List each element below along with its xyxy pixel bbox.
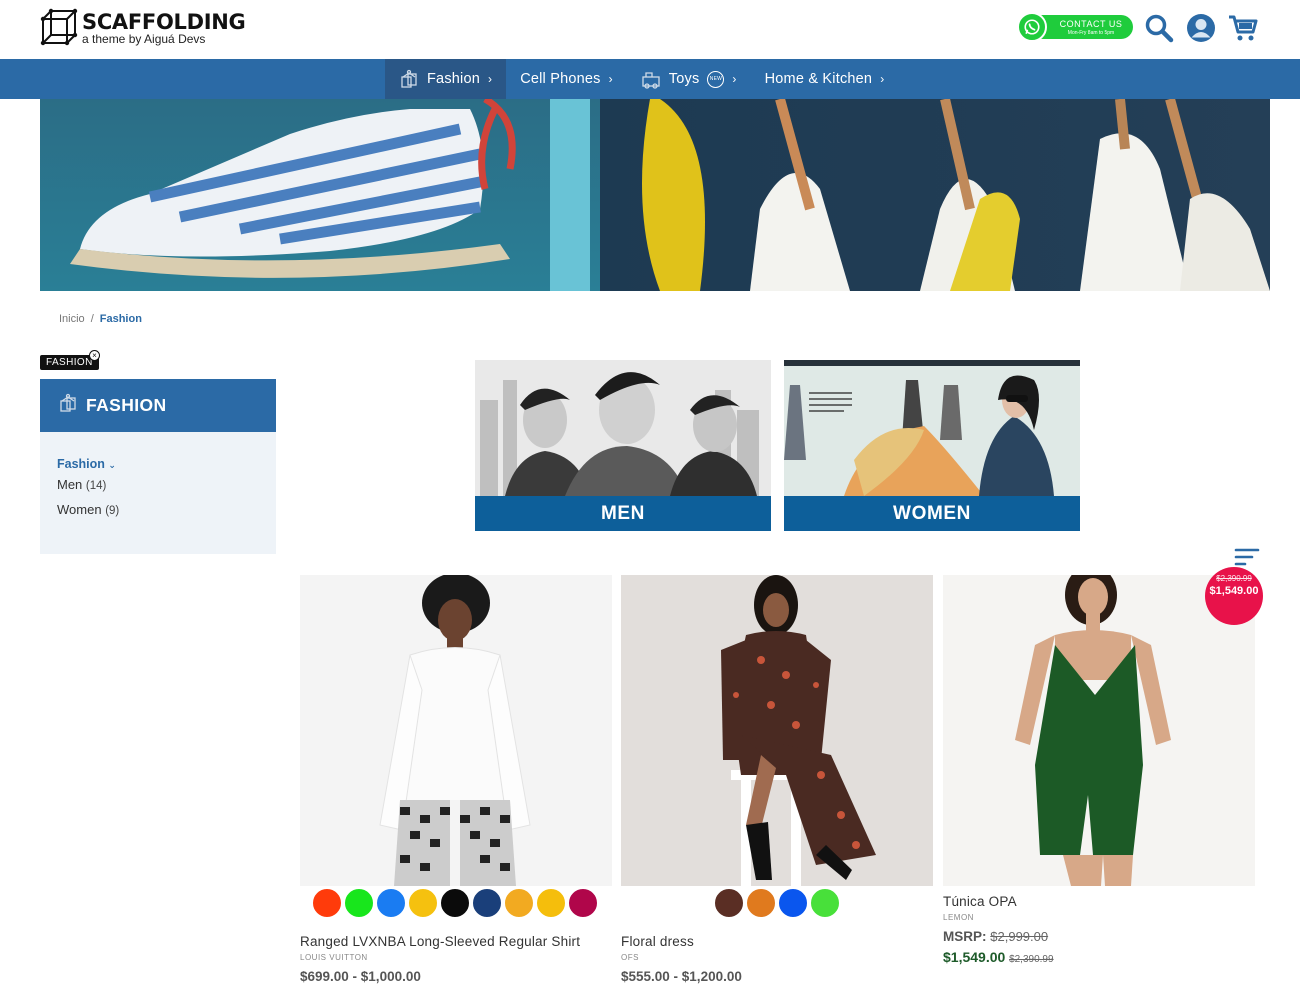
- sidebar-item-women[interactable]: Women (9): [57, 502, 276, 517]
- nav-label: Cell Phones: [520, 71, 601, 87]
- sidebar-item-count: (9): [105, 505, 120, 517]
- sidebar-item-label: Men: [57, 477, 83, 492]
- hanger-icon: [58, 393, 78, 418]
- category-tile-women[interactable]: WOMEN: [784, 360, 1080, 531]
- contact-label: CONTACT US: [1059, 19, 1123, 29]
- color-swatch[interactable]: [810, 888, 840, 918]
- men-category-image: [475, 360, 771, 496]
- contact-hours: Mon-Fry 8am to 5pm: [1067, 30, 1115, 36]
- contact-us-button[interactable]: CONTACT US Mon-Fry 8am to 5pm: [1017, 12, 1133, 42]
- sidebar-header: FASHION: [40, 379, 276, 432]
- women-category-image: [784, 360, 1080, 496]
- product-image[interactable]: [300, 575, 612, 886]
- sidebar-category-label: Fashion: [57, 457, 105, 471]
- color-swatches: [714, 888, 840, 920]
- sidebar-category-fashion[interactable]: Fashion ⌄: [57, 457, 276, 471]
- product-name[interactable]: Floral dress: [621, 934, 694, 949]
- nav-item-home-kitchen[interactable]: Home & Kitchen ›: [751, 59, 899, 99]
- nav-item-cell-phones[interactable]: Cell Phones ›: [506, 59, 627, 99]
- hanger-icon: [399, 69, 419, 89]
- color-swatch[interactable]: [746, 888, 776, 918]
- whatsapp-icon: [1017, 12, 1047, 42]
- chevron-down-icon: ⌄: [108, 460, 116, 470]
- color-swatch[interactable]: [568, 888, 598, 918]
- sidebar-item-men[interactable]: Men (14): [57, 477, 276, 492]
- sort-icon[interactable]: [1234, 547, 1260, 569]
- color-swatch[interactable]: [504, 888, 534, 918]
- product-image[interactable]: [943, 575, 1255, 886]
- product-price: $555.00 - $1,200.00: [621, 969, 742, 984]
- new-badge: NEW: [707, 70, 725, 88]
- site-logo[interactable]: SCAFFOLDING a theme by Aiguá Devs: [40, 8, 246, 48]
- chevron-right-icon: ›: [488, 72, 493, 86]
- nav-label: Toys: [668, 71, 700, 87]
- color-swatch[interactable]: [312, 888, 342, 918]
- breadcrumb-current: Fashion: [99, 313, 142, 325]
- color-swatch[interactable]: [344, 888, 374, 918]
- color-swatch[interactable]: [778, 888, 808, 918]
- sidebar-item-label: Women: [57, 502, 102, 517]
- nav-label: Home & Kitchen: [764, 71, 873, 87]
- sidebar-item-count: (14): [85, 480, 107, 492]
- product-brand: OFS: [621, 953, 639, 962]
- remove-filter-close-icon[interactable]: ×: [89, 350, 100, 361]
- color-swatch[interactable]: [472, 888, 502, 918]
- sale-price: $1,549.00: [943, 949, 1006, 965]
- cube-logo-icon: [40, 8, 78, 46]
- cart-icon[interactable]: [1227, 12, 1259, 44]
- tile-label: WOMEN: [784, 496, 1080, 531]
- product-price: $1,549.00 $2,390.99: [943, 949, 1054, 965]
- chevron-right-icon: ›: [732, 72, 737, 86]
- user-icon[interactable]: [1185, 12, 1217, 44]
- product-name[interactable]: Ranged LVXNBA Long-Sleeved Regular Shirt: [300, 934, 580, 949]
- brand-subtitle: a theme by Aiguá Devs: [82, 32, 206, 46]
- product-image[interactable]: [621, 575, 933, 886]
- brand-title: SCAFFOLDING: [82, 10, 246, 34]
- breadcrumb: Inicio / Fashion: [59, 313, 142, 325]
- msrp-label: MSRP:: [943, 929, 987, 944]
- sidebar-category-list: Fashion ⌄ Men (14) Women (9): [40, 432, 276, 554]
- color-swatch[interactable]: [714, 888, 744, 918]
- nav-item-fashion[interactable]: Fashion ›: [385, 59, 507, 99]
- nav-label: Fashion: [427, 71, 480, 87]
- color-swatch[interactable]: [408, 888, 438, 918]
- product-name[interactable]: Túnica OPA: [943, 894, 1017, 909]
- search-icon[interactable]: [1143, 12, 1175, 44]
- msrp-price: $2,999.00: [990, 929, 1049, 944]
- toy-icon: [641, 69, 661, 89]
- color-swatch[interactable]: [536, 888, 566, 918]
- product-msrp: MSRP: $2,999.00: [943, 929, 1048, 944]
- tile-label: MEN: [475, 496, 771, 531]
- category-banner: [40, 99, 1270, 291]
- main-nav: Fashion › Cell Phones › Toys NEW › Home …: [0, 59, 1300, 99]
- sidebar-title: FASHION: [86, 395, 167, 415]
- nav-item-toys[interactable]: Toys NEW ›: [627, 59, 751, 99]
- product-price: $699.00 - $1,000.00: [300, 969, 421, 984]
- breadcrumb-separator: /: [90, 313, 94, 325]
- category-tile-men[interactable]: MEN: [475, 360, 771, 531]
- old-price: $2,390.99: [1009, 954, 1054, 965]
- product-brand: LEMON: [943, 913, 974, 922]
- color-swatches: [312, 888, 598, 920]
- sale-badge-new-price: $1,549.00: [1209, 585, 1259, 597]
- sale-badge: $2,390.99 $1,549.00: [1205, 567, 1263, 625]
- product-brand: LOUIS VUITTON: [300, 953, 368, 962]
- color-swatch[interactable]: [440, 888, 470, 918]
- site-header: SCAFFOLDING a theme by Aiguá Devs CONTAC…: [0, 0, 1300, 59]
- sale-badge-old-price: $2,390.99: [1216, 574, 1252, 583]
- chevron-right-icon: ›: [608, 72, 613, 86]
- color-swatch[interactable]: [376, 888, 406, 918]
- chevron-right-icon: ›: [880, 72, 885, 86]
- breadcrumb-home-link[interactable]: Inicio: [59, 313, 85, 325]
